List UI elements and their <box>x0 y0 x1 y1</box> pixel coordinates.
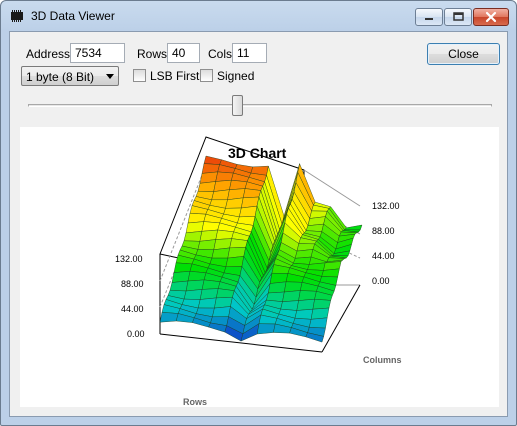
address-input[interactable]: 7534 <box>70 43 125 63</box>
surface-cell <box>344 224 363 231</box>
right-tick-132: 132.00 <box>372 201 400 211</box>
dialog-window: 3D Data Viewer Address 7534 Rows 40 Cols… <box>0 0 517 426</box>
surface-cell <box>183 289 203 300</box>
slider-track <box>28 104 492 107</box>
data-type-value: 1 byte (8 Bit) <box>26 70 95 84</box>
surface-cell <box>239 205 258 218</box>
surface-cell <box>211 247 230 259</box>
surface-cell <box>312 298 331 310</box>
surface-cell <box>197 297 217 309</box>
data-type-select[interactable]: 1 byte (8 Bit) <box>21 66 119 86</box>
lsb-first-checkbox[interactable] <box>133 69 146 82</box>
signed-label: Signed <box>217 69 255 83</box>
surface-cell <box>268 281 287 294</box>
maximize-icon <box>453 12 464 21</box>
left-tick-0: 0.00 <box>127 329 145 339</box>
surface-cell <box>201 279 221 290</box>
rows-input[interactable]: 40 <box>167 43 200 63</box>
surface-cell <box>212 306 231 318</box>
left-tick-44: 44.00 <box>121 304 144 314</box>
client-area: Address 7534 Rows 40 Cols 11 Close 1 byt… <box>9 31 508 417</box>
surface-cell <box>280 300 299 311</box>
chevron-down-icon <box>106 74 114 79</box>
minimize-icon <box>425 18 433 20</box>
surface-cell <box>215 229 234 240</box>
surface-cell <box>296 298 315 311</box>
maximize-button[interactable] <box>444 8 472 26</box>
close-icon <box>485 11 497 23</box>
surface-cell <box>187 271 207 282</box>
right-tick-44: 44.00 <box>372 251 395 261</box>
surface-cell <box>173 262 193 273</box>
title-bar[interactable]: 3D Data Viewer <box>1 1 516 31</box>
left-tick-88: 88.00 <box>121 279 144 289</box>
window-title: 3D Data Viewer <box>31 9 115 23</box>
surface-cell <box>215 171 234 182</box>
rows-label: Rows <box>137 47 168 61</box>
signed-checkbox[interactable] <box>200 69 213 82</box>
surface-cell <box>169 280 189 292</box>
surface-cell <box>225 256 245 268</box>
cols-input[interactable]: 11 <box>232 43 267 63</box>
chip-icon <box>11 10 23 22</box>
cols-label: Cols <box>208 47 233 61</box>
right-tick-88: 88.00 <box>372 226 395 236</box>
columns-axis-title: Columns <box>363 355 402 365</box>
surface-cell <box>197 239 217 250</box>
surface-cell <box>171 271 191 283</box>
lsb-first-label: LSB First <box>150 69 200 83</box>
surface-chart <box>159 136 363 353</box>
surface-cell <box>256 323 276 335</box>
slider-thumb[interactable] <box>232 95 243 116</box>
surface-cell <box>183 231 203 242</box>
surface-cell <box>282 290 301 302</box>
chart-panel: 3D Chart 132.00 88.00 44.00 0.00 132.00 … <box>20 127 499 407</box>
address-label: Address <box>26 47 71 61</box>
minimize-button[interactable] <box>415 8 443 26</box>
surface-cell <box>309 317 328 329</box>
close-button[interactable]: Close <box>427 43 500 65</box>
right-tick-0: 0.00 <box>372 276 390 286</box>
chart-title: 3D Chart <box>228 145 287 161</box>
close-window-button[interactable] <box>473 8 509 26</box>
surface-cell <box>159 312 179 323</box>
surface-cell <box>310 307 330 320</box>
surface-cell <box>242 188 262 199</box>
surface-cell <box>229 179 248 190</box>
left-tick-132: 132.00 <box>115 254 143 264</box>
surface-cell <box>201 221 220 232</box>
offset-slider[interactable] <box>26 95 494 116</box>
rows-axis-title: Rows <box>183 397 208 407</box>
surface-cell <box>294 308 314 320</box>
